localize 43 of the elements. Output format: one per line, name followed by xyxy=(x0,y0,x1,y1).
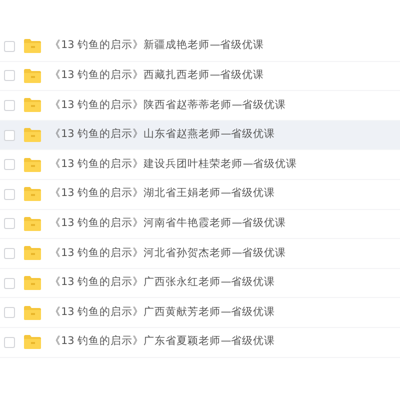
file-row[interactable]: 《13 钓鱼的启示》广西张永红老师—省级优课 xyxy=(0,268,400,298)
file-name: 《13 钓鱼的启示》山东省赵燕老师—省级优课 xyxy=(50,127,276,142)
folder-icon xyxy=(24,306,41,320)
folder-icon xyxy=(24,246,41,260)
file-row[interactable]: 《13 钓鱼的启示》建设兵团叶桂荣老师—省级优课 xyxy=(0,150,400,180)
file-name: 《13 钓鱼的启示》河北省孙贺杰老师—省级优课 xyxy=(50,246,286,261)
folder-icon xyxy=(24,216,41,231)
file-name: 《13 钓鱼的启示》新疆成艳老师—省级优课 xyxy=(50,38,264,54)
checkbox[interactable] xyxy=(4,188,15,200)
checkbox[interactable] xyxy=(4,336,15,348)
file-name: 《13 钓鱼的启示》陕西省赵蒂蒂老师—省级优课 xyxy=(50,98,286,113)
file-row[interactable]: 《13 钓鱼的启示》西藏扎西老师—省级优课 xyxy=(0,62,400,92)
folder-icon xyxy=(24,39,41,54)
checkbox[interactable] xyxy=(4,100,15,111)
file-row[interactable]: 《13 钓鱼的启示》河北省孙贺杰老师—省级优课 xyxy=(0,239,400,269)
file-name: 《13 钓鱼的启示》建设兵团叶桂荣老师—省级优课 xyxy=(50,156,298,172)
file-row[interactable]: 《13 钓鱼的启示》山东省赵燕老师—省级优课 xyxy=(0,120,400,150)
checkbox[interactable] xyxy=(4,159,15,170)
file-row[interactable]: 《13 钓鱼的启示》广西黄献芳老师—省级优课 xyxy=(0,298,400,328)
file-name: 《13 钓鱼的启示》西藏扎西老师—省级优课 xyxy=(50,68,264,84)
checkbox[interactable] xyxy=(4,248,15,259)
folder-icon xyxy=(24,128,41,142)
checkbox[interactable] xyxy=(4,130,15,141)
file-row[interactable]: 《13 钓鱼的启示》湖北省王娟老师—省级优课 xyxy=(0,180,400,210)
file-row[interactable]: 《13 钓鱼的启示》河南省牛艳霞老师—省级优课 xyxy=(0,210,400,240)
folder-icon xyxy=(24,68,41,83)
file-row[interactable]: 《13 钓鱼的启示》新疆成艳老师—省级优课 xyxy=(0,32,400,62)
folder-icon xyxy=(24,158,41,172)
file-name: 《13 钓鱼的启示》广西黄献芳老师—省级优课 xyxy=(50,304,276,320)
checkbox[interactable] xyxy=(4,218,15,230)
checkbox[interactable] xyxy=(4,278,15,289)
file-name: 《13 钓鱼的启示》河南省牛艳霞老师—省级优课 xyxy=(50,216,286,231)
file-name: 《13 钓鱼的启示》广东省夏颖老师—省级优课 xyxy=(50,334,276,350)
file-name: 《13 钓鱼的启示》广西张永红老师—省级优课 xyxy=(50,275,276,290)
checkbox[interactable] xyxy=(4,40,15,52)
folder-icon xyxy=(24,276,41,290)
file-row[interactable]: 《13 钓鱼的启示》广东省夏颖老师—省级优课 xyxy=(0,328,400,358)
file-name: 《13 钓鱼的启示》湖北省王娟老师—省级优课 xyxy=(50,186,276,202)
folder-icon xyxy=(24,98,41,112)
checkbox[interactable] xyxy=(4,307,15,318)
folder-icon xyxy=(24,335,41,350)
folder-icon xyxy=(24,187,41,202)
checkbox[interactable] xyxy=(4,70,15,82)
